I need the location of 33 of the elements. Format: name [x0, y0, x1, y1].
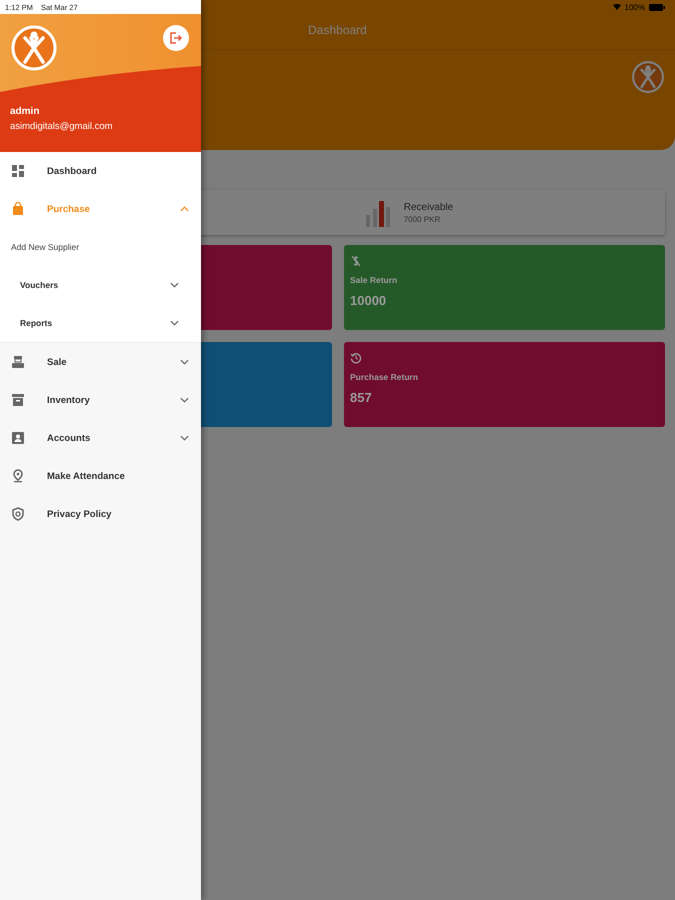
dashboard-icon	[11, 164, 25, 178]
submenu-item[interactable]: Add New Supplier	[0, 228, 201, 266]
user-name: admin	[10, 106, 40, 117]
submenu-item[interactable]: Vouchers	[0, 266, 201, 304]
archive-icon	[11, 393, 25, 407]
shield-icon	[11, 507, 25, 521]
menu-item[interactable]: Make Attendance	[0, 457, 201, 495]
location-pin-icon	[11, 469, 25, 483]
summary-value: 7000 PKR	[404, 214, 442, 224]
user-email: asimdigitals@gmail.com	[10, 121, 114, 132]
dollar-slash-icon	[350, 255, 362, 267]
menu-item[interactable]: Accounts	[0, 419, 201, 457]
tile-value: 10000	[350, 293, 388, 308]
stat-tile[interactable]: Purchase Return 857	[344, 342, 665, 427]
tile-value: 857	[350, 390, 373, 405]
menu-item[interactable]: Inventory	[0, 381, 201, 419]
menu-item[interactable]: Privacy Policy	[0, 495, 201, 533]
logout-icon	[169, 31, 183, 45]
wifi-icon	[612, 4, 621, 10]
menu-item[interactable]: Sale	[0, 343, 201, 381]
tile-label: Sale Return	[350, 275, 398, 285]
bag-icon	[11, 202, 25, 216]
register-icon	[11, 355, 25, 369]
contact-card-icon	[11, 431, 25, 445]
submenu-item[interactable]: Reports	[0, 304, 201, 342]
summary-label: Receivable	[404, 202, 454, 212]
tile-label: Purchase Return	[350, 372, 420, 382]
history-icon	[350, 352, 362, 364]
battery-percent: 100%	[624, 2, 645, 12]
menu-item[interactable]: Dashboard	[0, 152, 201, 190]
logo-icon	[10, 24, 58, 72]
logo-icon	[631, 60, 665, 94]
page-title: Dashboard	[308, 23, 367, 37]
